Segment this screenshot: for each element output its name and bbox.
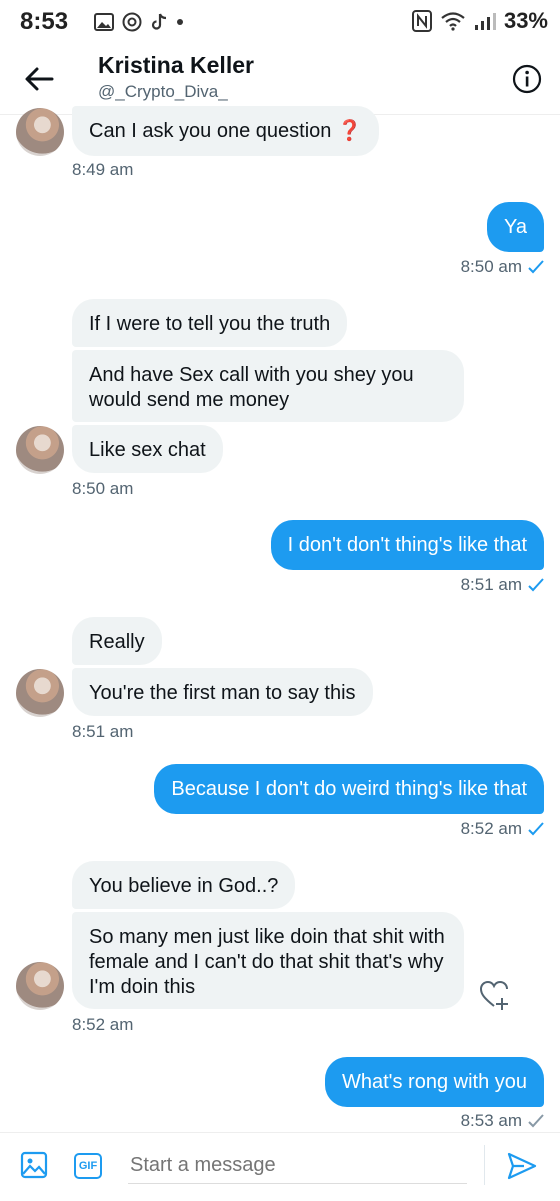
message-composer: GIF bbox=[0, 1132, 560, 1201]
message-text: I don't don't thing's like that bbox=[287, 534, 527, 556]
message-text: Like sex chat bbox=[89, 439, 206, 461]
message-text: And have Sex call with you shey you woul… bbox=[89, 364, 414, 411]
info-icon[interactable] bbox=[512, 64, 542, 94]
back-arrow-icon[interactable] bbox=[22, 62, 56, 96]
app-badge-icon bbox=[122, 12, 142, 32]
message-text: If I were to tell you the truth bbox=[89, 313, 331, 335]
message-incoming[interactable]: Like sex chat bbox=[72, 425, 223, 473]
contact-name[interactable]: Kristina Keller bbox=[98, 52, 254, 79]
message-outgoing[interactable]: Because I don't do weird thing's like th… bbox=[154, 764, 544, 814]
message-outgoing[interactable]: What's rong with you bbox=[324, 1057, 544, 1107]
message-timestamp: 8:51 am bbox=[72, 722, 134, 741]
gif-button[interactable]: GIF bbox=[74, 1153, 102, 1179]
message-timestamp: 8:51 am bbox=[460, 575, 522, 594]
message-timestamp: 8:52 am bbox=[72, 1015, 134, 1034]
message-incoming[interactable]: Can I ask you one question ❓ bbox=[72, 106, 379, 156]
nfc-icon bbox=[411, 10, 432, 32]
message-text: Really bbox=[89, 631, 145, 653]
gallery-icon bbox=[94, 13, 114, 31]
message-text: Because I don't do weird thing's like th… bbox=[171, 778, 527, 800]
react-heart-plus-icon[interactable] bbox=[478, 978, 512, 1012]
avatar[interactable] bbox=[16, 962, 64, 1010]
status-system-icons: 33% bbox=[411, 8, 548, 34]
sent-check-icon bbox=[528, 578, 544, 592]
message-timestamp: 8:50 am bbox=[460, 257, 522, 276]
message-incoming[interactable]: Really bbox=[72, 617, 162, 665]
avatar[interactable] bbox=[16, 669, 64, 717]
message-incoming[interactable]: If I were to tell you the truth bbox=[72, 299, 348, 347]
message-status: 8:53 am bbox=[461, 1111, 544, 1131]
composer-divider bbox=[484, 1145, 485, 1185]
message-timestamp: 8:49 am bbox=[72, 160, 134, 179]
status-notification-icons bbox=[94, 12, 184, 32]
message-timestamp: 8:52 am bbox=[460, 819, 522, 838]
send-icon[interactable] bbox=[506, 1151, 538, 1181]
message-incoming[interactable]: And have Sex call with you shey you woul… bbox=[72, 350, 464, 422]
message-status: 8:50 am bbox=[461, 257, 544, 277]
sent-check-icon bbox=[528, 1114, 544, 1128]
sent-check-icon bbox=[528, 260, 544, 274]
message-outgoing[interactable]: I don't don't thing's like that bbox=[270, 520, 544, 570]
message-incoming[interactable]: You're the first man to say this bbox=[72, 668, 373, 716]
image-icon[interactable] bbox=[20, 1151, 48, 1179]
message-status: 8:52 am bbox=[461, 819, 544, 839]
contact-handle[interactable]: @_Crypto_Diva_ bbox=[98, 82, 228, 102]
status-bar: 8:53 33% bbox=[0, 0, 560, 46]
message-status: 8:51 am bbox=[461, 575, 544, 595]
message-timestamp: 8:53 am bbox=[460, 1111, 522, 1130]
battery-level: 33% bbox=[503, 8, 548, 33]
message-text: You believe in God..? bbox=[89, 875, 279, 897]
sent-check-icon bbox=[528, 822, 544, 836]
message-text: You're the first man to say this bbox=[89, 682, 356, 704]
message-text: So many men just like doin that shit wit… bbox=[89, 926, 445, 998]
message-text: What's rong with you bbox=[341, 1071, 527, 1093]
message-timestamp: 8:50 am bbox=[72, 479, 134, 498]
message-input[interactable] bbox=[128, 1147, 467, 1184]
message-text: Ya bbox=[504, 216, 527, 238]
conversation-header: Kristina Keller @_Crypto_Diva_ bbox=[0, 46, 560, 115]
avatar[interactable] bbox=[16, 108, 64, 156]
gif-label: GIF bbox=[78, 1160, 98, 1172]
message-text: Can I ask you one question ❓ bbox=[89, 120, 362, 142]
message-outgoing[interactable]: Ya bbox=[487, 202, 544, 252]
tiktok-icon bbox=[151, 13, 167, 30]
status-time: 8:53 bbox=[20, 8, 69, 35]
message-incoming[interactable]: You believe in God..? bbox=[72, 861, 296, 909]
avatar[interactable] bbox=[16, 426, 64, 474]
wifi-icon bbox=[441, 12, 465, 31]
more-notifications-icon bbox=[177, 19, 183, 25]
message-incoming[interactable]: So many men just like doin that shit wit… bbox=[72, 912, 464, 1009]
signal-icon bbox=[474, 13, 496, 30]
